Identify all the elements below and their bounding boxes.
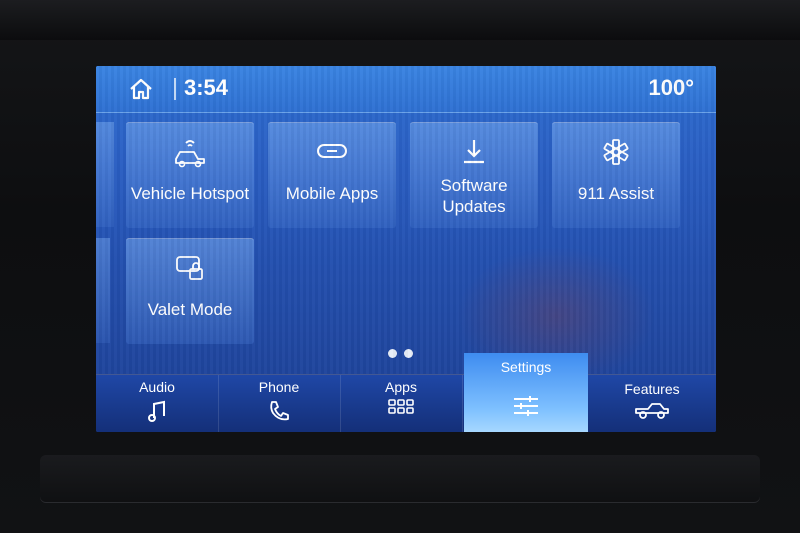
status-divider [174,78,176,100]
nav-label: Phone [258,379,300,395]
tile-vehicle-hotspot[interactable]: Vehicle Hotspot [126,122,254,228]
page-indicator [388,345,420,363]
vehicle-wifi-icon [175,140,205,168]
page-dot[interactable] [388,349,397,358]
phone-icon [270,401,289,421]
car-lock-icon [176,256,203,280]
nav-label: Features [624,381,680,397]
download-icon [464,140,484,164]
tile-valet-mode[interactable]: Valet Mode [126,238,254,344]
link-icon [317,144,347,158]
truck-icon [635,403,669,419]
home-icon[interactable] [128,77,154,101]
grid-icon [388,399,414,414]
nav-apps[interactable]: Apps [340,375,463,432]
dashboard-top-trim [0,0,800,40]
nav-label: Settings [500,359,552,375]
tile-label: Software Updates [440,176,508,216]
nav-label: Apps [385,379,417,395]
clock: 3:54 [184,75,229,100]
tile-mobile-apps[interactable]: Mobile Apps [268,122,396,228]
star-of-life-icon [603,139,629,165]
music-note-icon [148,400,165,422]
tile-label: Mobile Apps [285,184,379,203]
infotainment-screen: 3:54 100° Vehicle Hotspot Mobile Apps So… [96,66,716,432]
tile-label: Valet Mode [147,300,233,319]
nav-features[interactable]: Features [588,375,716,432]
tile-label: 911 Assist [577,184,655,203]
nav-phone[interactable]: Phone [218,375,341,432]
bottom-nav: Audio Phone Apps Settings Features [96,353,716,432]
nav-settings[interactable]: Settings [464,353,588,432]
dashboard-lower-trim [40,455,760,503]
outside-temperature: 100° [648,75,694,100]
previous-page-tile-edge[interactable] [96,122,114,227]
nav-label: Audio [139,379,175,395]
nav-audio[interactable]: Audio [96,375,219,432]
tile-label: Vehicle Hotspot [130,184,250,203]
sliders-icon [514,396,538,416]
tile-911-assist[interactable]: 911 Assist [552,122,680,228]
previous-page-tile-edge[interactable] [96,238,110,343]
tile-software-updates[interactable]: Software Updates [410,122,538,228]
page-dot[interactable] [404,349,413,358]
status-bar: 3:54 100° [96,66,716,113]
